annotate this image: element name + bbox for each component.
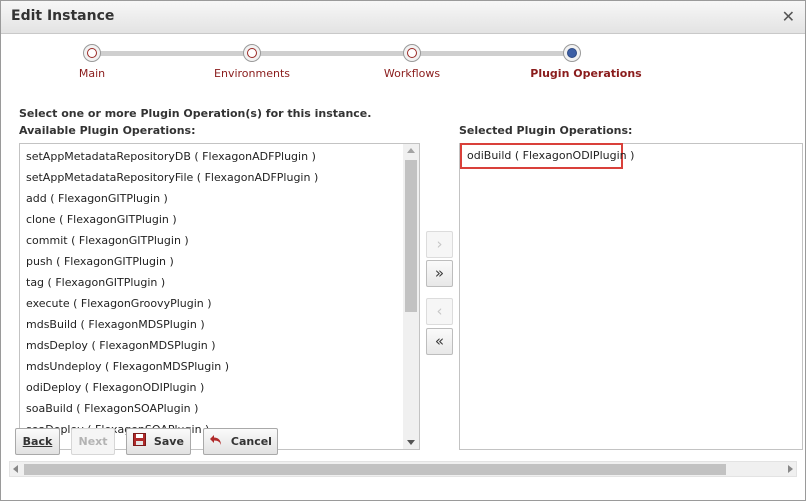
list-item[interactable]: odiDeploy ( FlexagonODIPlugin ) bbox=[26, 381, 204, 394]
available-operations-list[interactable]: setAppMetadataRepositoryDB ( FlexagonADF… bbox=[19, 143, 420, 450]
wizard-step-workflows-label[interactable]: Workflows bbox=[384, 67, 440, 80]
dialog-title: Edit Instance bbox=[11, 8, 115, 24]
undo-icon bbox=[209, 430, 223, 455]
move-all-left-button[interactable]: « bbox=[426, 328, 453, 355]
list-item[interactable]: execute ( FlexagonGroovyPlugin ) bbox=[26, 297, 212, 310]
list-item[interactable]: setAppMetadataRepositoryDB ( FlexagonADF… bbox=[26, 150, 316, 163]
wizard-step-environments-dot[interactable] bbox=[243, 44, 261, 62]
move-selected-right-button[interactable]: › bbox=[426, 231, 453, 258]
save-button-label: Save bbox=[153, 435, 184, 448]
cancel-button[interactable]: Cancel bbox=[203, 428, 278, 455]
list-item[interactable]: soaBuild ( FlexagonSOAPlugin ) bbox=[26, 402, 198, 415]
available-operations-header: Available Plugin Operations: bbox=[19, 124, 196, 137]
back-button[interactable]: Back bbox=[15, 428, 60, 455]
horizontal-scrollbar[interactable] bbox=[9, 461, 797, 477]
available-list-scrollbar[interactable] bbox=[403, 144, 419, 449]
wizard-steps: Main Environments Workflows Plugin Opera… bbox=[1, 35, 805, 95]
list-item[interactable]: tag ( FlexagonGITPlugin ) bbox=[26, 276, 165, 289]
wizard-step-workflows-dot[interactable] bbox=[403, 44, 421, 62]
wizard-step-main-label[interactable]: Main bbox=[79, 67, 105, 80]
list-item-label: odiBuild ( FlexagonODIPlugin ) bbox=[467, 149, 635, 162]
scroll-left-icon[interactable] bbox=[13, 465, 18, 473]
list-item[interactable]: commit ( FlexagonGITPlugin ) bbox=[26, 234, 189, 247]
wizard-step-environments-label[interactable]: Environments bbox=[214, 67, 290, 80]
list-item[interactable]: setAppMetadataRepositoryFile ( FlexagonA… bbox=[26, 171, 318, 184]
scroll-down-icon[interactable] bbox=[407, 440, 415, 445]
selected-operations-header: Selected Plugin Operations: bbox=[459, 124, 633, 137]
horizontal-scroll-thumb[interactable] bbox=[24, 464, 726, 475]
wizard-step-main-dot[interactable] bbox=[83, 44, 101, 62]
list-item[interactable]: mdsDeploy ( FlexagonMDSPlugin ) bbox=[26, 339, 216, 352]
list-item[interactable]: add ( FlexagonGITPlugin ) bbox=[26, 192, 168, 205]
list-item[interactable]: clone ( FlexagonGITPlugin ) bbox=[26, 213, 177, 226]
list-item[interactable]: mdsUndeploy ( FlexagonMDSPlugin ) bbox=[26, 360, 229, 373]
scroll-thumb[interactable] bbox=[405, 160, 417, 312]
back-button-label: Back bbox=[22, 435, 53, 448]
close-icon[interactable]: ✕ bbox=[782, 7, 795, 26]
edit-instance-dialog: Edit Instance ✕ Main Environments Workfl… bbox=[0, 0, 806, 501]
wizard-connector bbox=[92, 51, 252, 56]
wizard-step-plugin-operations-label[interactable]: Plugin Operations bbox=[530, 67, 641, 80]
list-item[interactable]: mdsBuild ( FlexagonMDSPlugin ) bbox=[26, 318, 205, 331]
next-button-label: Next bbox=[78, 435, 108, 448]
dialog-titlebar: Edit Instance ✕ bbox=[1, 1, 805, 34]
move-all-right-button[interactable]: » bbox=[426, 260, 453, 287]
scroll-up-icon[interactable] bbox=[407, 148, 415, 153]
wizard-step-plugin-operations-dot[interactable] bbox=[563, 44, 581, 62]
scroll-right-icon[interactable] bbox=[788, 465, 793, 473]
save-icon bbox=[133, 430, 147, 455]
wizard-connector bbox=[252, 51, 412, 56]
instruction-text: Select one or more Plugin Operation(s) f… bbox=[19, 107, 372, 120]
save-button[interactable]: Save bbox=[126, 428, 191, 455]
selected-operations-list[interactable] bbox=[459, 143, 803, 450]
selected-list-item[interactable]: odiBuild ( FlexagonODIPlugin ) bbox=[460, 143, 634, 169]
next-button[interactable]: Next bbox=[71, 428, 115, 455]
wizard-connector bbox=[412, 51, 572, 56]
cancel-button-label: Cancel bbox=[230, 435, 272, 448]
move-selected-left-button[interactable]: ‹ bbox=[426, 298, 453, 325]
list-item[interactable]: push ( FlexagonGITPlugin ) bbox=[26, 255, 174, 268]
